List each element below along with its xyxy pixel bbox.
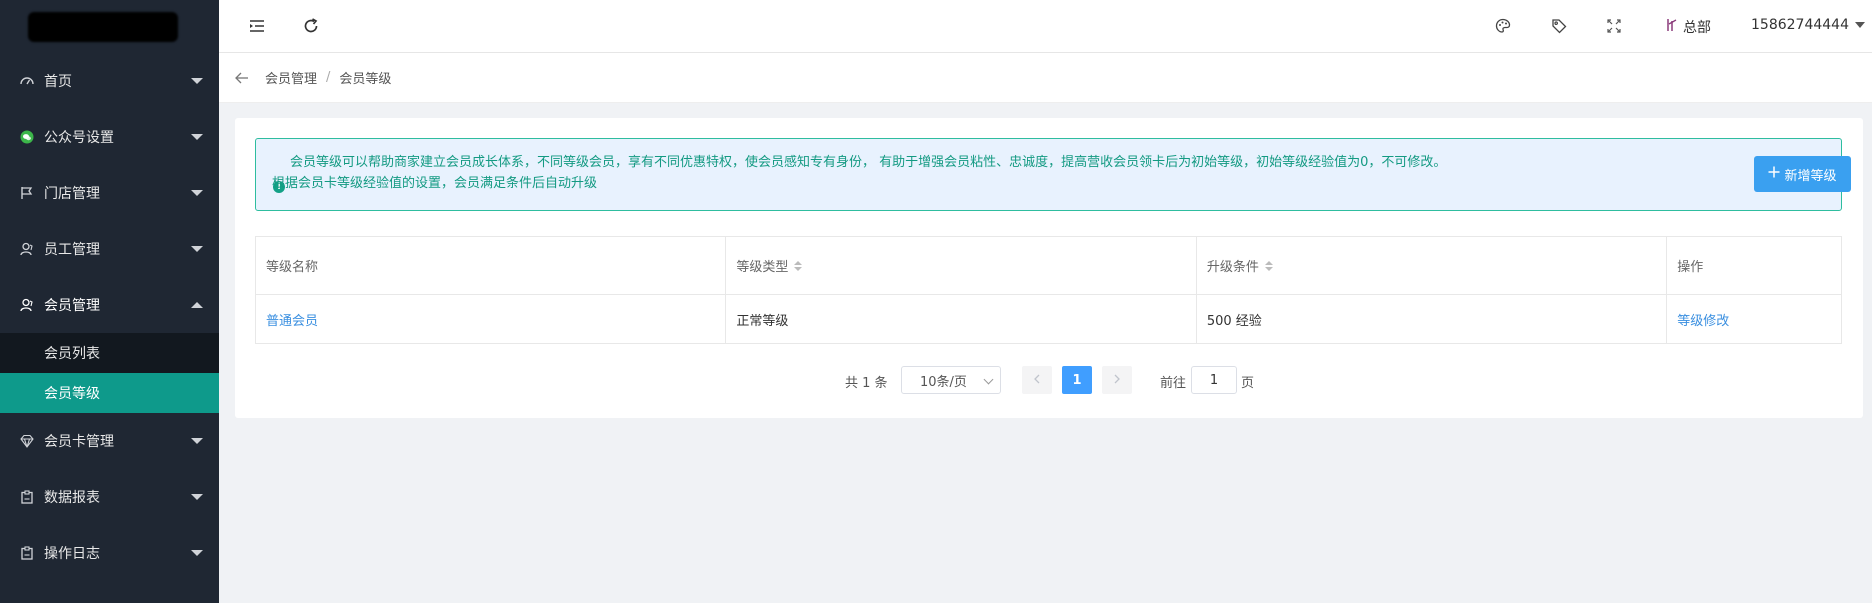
collapse-menu-icon[interactable]	[247, 16, 267, 36]
add-level-label: 新增等级	[1784, 168, 1837, 184]
sort-icon[interactable]	[1264, 260, 1273, 271]
member-icon	[18, 296, 36, 314]
pagination-total: 共 1 条	[845, 376, 888, 391]
tag-icon[interactable]	[1549, 16, 1569, 36]
flag-icon	[18, 184, 36, 202]
chevron-down-icon	[983, 374, 994, 385]
sidebar-subitem-member-list[interactable]: 会员列表	[0, 333, 219, 373]
log-icon	[18, 544, 36, 562]
chevron-down-icon	[191, 190, 203, 196]
sidebar-item-label: 会员管理	[44, 298, 100, 314]
chevron-down-icon	[191, 246, 203, 252]
pagination: 共 1 条 10条/页 1 前往 1 页	[235, 366, 1863, 394]
staff-icon	[18, 240, 36, 258]
sidebar-item-reports[interactable]: 数据报表	[0, 469, 219, 525]
next-page-button[interactable]	[1102, 366, 1132, 394]
sidebar-item-label: 操作日志	[44, 546, 100, 562]
sidebar-item-member-cards[interactable]: 会员卡管理	[0, 413, 219, 469]
goto-label: 前往	[1160, 376, 1187, 391]
chevron-down-icon	[191, 438, 203, 444]
sidebar-item-members[interactable]: 会员管理	[0, 277, 219, 333]
breadcrumb-item-current: 会员等级	[339, 72, 392, 87]
logo[interactable]	[0, 0, 219, 53]
plus-icon	[1768, 166, 1780, 182]
chevron-down-icon	[191, 134, 203, 140]
notice-text: 会员等级可以帮助商家建立会员成长体系，不同等级会员，享有不同优惠特权，使会员感知…	[272, 155, 1447, 191]
header-level-type[interactable]: 等级类型	[726, 237, 1197, 294]
sidebar-item-label: 首页	[44, 74, 72, 90]
sidebar-subitem-member-levels[interactable]: 会员等级	[0, 373, 219, 413]
chevron-left-icon	[1033, 373, 1041, 388]
sidebar-item-label: 会员卡管理	[44, 434, 114, 450]
back-arrow-icon[interactable]	[233, 69, 251, 87]
sidebar-item-staff[interactable]: 员工管理	[0, 221, 219, 277]
header-actions: 操作	[1677, 260, 1704, 275]
breadcrumb: 会员管理 / 会员等级	[219, 53, 1872, 103]
prev-page-button[interactable]	[1022, 366, 1052, 394]
chevron-down-icon	[191, 78, 203, 84]
page-unit-label: 页	[1241, 376, 1255, 391]
table-header-row: 等级名称 等级类型 升级条件 操作	[256, 237, 1841, 295]
breadcrumb-separator: /	[326, 70, 331, 85]
add-level-button[interactable]: 新增等级	[1754, 156, 1851, 192]
user-menu[interactable]: 15862744444	[1751, 17, 1865, 33]
cell-actions: 等级修改	[1667, 295, 1841, 343]
org-switcher[interactable]: 总部	[1665, 17, 1711, 37]
cell-level-type: 正常等级	[726, 295, 1197, 343]
levels-table: 等级名称 等级类型 升级条件 操作 普通会员 正常等级 500 经验 等级修改	[255, 236, 1842, 344]
level-name-link[interactable]: 普通会员	[266, 310, 318, 329]
header-upgrade-condition[interactable]: 升级条件	[1197, 237, 1668, 294]
fullscreen-icon[interactable]	[1604, 16, 1624, 36]
edit-level-link[interactable]: 等级修改	[1677, 310, 1729, 329]
chevron-right-icon	[1113, 373, 1121, 388]
members-submenu: 会员列表 会员等级	[0, 333, 219, 413]
palette-icon[interactable]	[1493, 16, 1513, 36]
cell-level-name: 普通会员	[256, 295, 727, 343]
refresh-icon[interactable]	[301, 16, 321, 36]
report-icon	[18, 488, 36, 506]
chevron-up-icon	[191, 302, 203, 308]
cell-upgrade-condition: 500 经验	[1197, 295, 1668, 343]
chevron-down-icon	[191, 550, 203, 556]
page-size-value: 10条/页	[920, 374, 967, 390]
dashboard-icon	[18, 72, 36, 90]
sidebar-item-label: 门店管理	[44, 186, 100, 202]
sidebar-item-label: 数据报表	[44, 490, 100, 506]
topbar: 总部 15862744444	[219, 0, 1872, 53]
wechat-icon	[18, 128, 36, 146]
sidebar-item-logs[interactable]: 操作日志	[0, 525, 219, 581]
page-number-current[interactable]: 1	[1062, 366, 1092, 394]
breadcrumb-item[interactable]: 会员管理	[265, 68, 317, 87]
table-row: 普通会员 正常等级 500 经验 等级修改	[256, 295, 1841, 343]
user-phone: 15862744444	[1751, 17, 1849, 33]
sidebar-item-label: 员工管理	[44, 242, 100, 258]
sidebar: 首页 公众号设置 门店管理 员工管理 会员管理 会员列表 会员等级 会员卡管理 …	[0, 0, 219, 603]
org-icon	[1665, 17, 1679, 37]
logo-redacted	[28, 11, 178, 42]
sidebar-item-wechat[interactable]: 公众号设置	[0, 109, 219, 165]
page-size-select[interactable]: 10条/页	[901, 366, 1001, 394]
sidebar-item-label: 公众号设置	[44, 130, 114, 146]
header-level-name: 等级名称	[256, 237, 727, 294]
sort-icon[interactable]	[794, 260, 803, 271]
caret-down-icon	[1854, 22, 1865, 28]
sidebar-item-stores[interactable]: 门店管理	[0, 165, 219, 221]
org-name: 总部	[1683, 20, 1711, 36]
sidebar-item-home[interactable]: 首页	[0, 53, 219, 109]
main-card: i 会员等级可以帮助商家建立会员成长体系，不同等级会员，享有不同优惠特权，使会员…	[235, 118, 1863, 418]
info-notice: i 会员等级可以帮助商家建立会员成长体系，不同等级会员，享有不同优惠特权，使会员…	[255, 138, 1851, 211]
chevron-down-icon	[191, 494, 203, 500]
goto-page-input[interactable]: 1	[1191, 366, 1237, 394]
diamond-icon	[18, 432, 36, 450]
